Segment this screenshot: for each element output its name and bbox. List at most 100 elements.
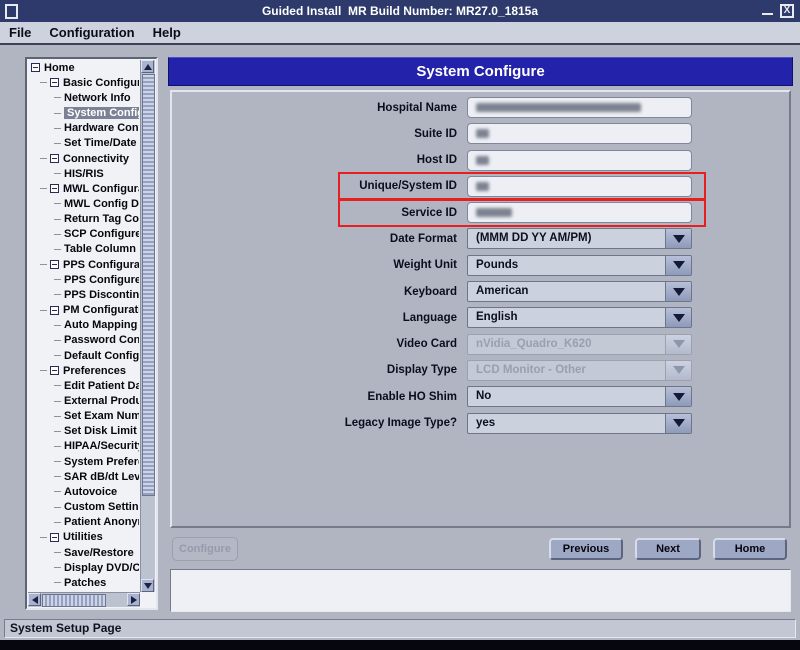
tree-item-home[interactable]: Home — [29, 60, 139, 75]
tree-item-edit-patient-data[interactable]: Edit Patient Data — [29, 378, 139, 393]
tree-connector — [54, 97, 61, 98]
legacy-image-type-dropdown[interactable]: yes — [467, 413, 692, 434]
tree-item-label: Display DVD/CD-R — [64, 562, 139, 574]
tree-connector — [40, 370, 47, 371]
service-id-field[interactable] — [467, 202, 692, 223]
tree-item-display-dvd-cd-r[interactable]: Display DVD/CD-R — [29, 560, 139, 575]
menu-configuration[interactable]: Configuration — [40, 25, 143, 40]
tree-connector — [54, 113, 61, 114]
close-icon[interactable]: X — [780, 4, 794, 18]
vertical-scroll-thumb[interactable] — [142, 74, 155, 496]
app-window: Guided Install MR Build Number: MR27.0_1… — [0, 0, 800, 650]
chevron-down-icon[interactable] — [665, 256, 691, 275]
tree-item-custom-settings[interactable]: Custom Settings — [29, 500, 139, 515]
tree-item-utilities[interactable]: Utilities — [29, 530, 139, 545]
host-id-field[interactable] — [467, 150, 692, 171]
tree-item-hardware-configur[interactable]: Hardware Configur — [29, 121, 139, 136]
next-button[interactable]: Next — [635, 538, 701, 560]
chevron-down-icon[interactable] — [665, 229, 691, 248]
tree-item-password-configur[interactable]: Password Configur — [29, 333, 139, 348]
tree-item-network-info[interactable]: Network Info — [29, 90, 139, 105]
tree-item-pps-discontinue-re[interactable]: PPS Discontinue Re — [29, 287, 139, 302]
dropdown-value: yes — [468, 414, 665, 433]
tree-item-table-column-sele[interactable]: Table Column Sele — [29, 242, 139, 257]
home-button[interactable]: Home — [713, 538, 787, 560]
tree-item-scp-configure[interactable]: SCP Configure — [29, 227, 139, 242]
tree-item-pm-configuration[interactable]: PM Configuration — [29, 303, 139, 318]
system-configure-form: Hospital NameSuite IDHost IDUnique/Syste… — [170, 90, 791, 528]
tree-item-mwl-configuration[interactable]: MWL Configuration — [29, 181, 139, 196]
tree-item-default-configurat[interactable]: Default Configurat — [29, 348, 139, 363]
redacted-value — [476, 129, 489, 138]
collapse-icon[interactable] — [50, 260, 59, 269]
tree-item-label: System Preferences — [64, 456, 139, 468]
unique-system-id-field[interactable] — [467, 176, 692, 197]
tree-horizontal-scrollbar[interactable] — [28, 592, 140, 607]
tree-vertical-scrollbar[interactable] — [140, 60, 155, 592]
minimize-icon[interactable] — [762, 5, 773, 17]
redacted-value — [476, 156, 489, 165]
tree-item-autovoice[interactable]: Autovoice — [29, 484, 139, 499]
scroll-left-icon[interactable] — [28, 593, 41, 606]
scroll-up-icon[interactable] — [141, 60, 154, 73]
tree-item-auto-mapping-con[interactable]: Auto Mapping Con — [29, 318, 139, 333]
menu-help[interactable]: Help — [144, 25, 190, 40]
form-row-date-format: Date Format(MMM DD YY AM/PM) — [172, 228, 789, 249]
weight-unit-dropdown[interactable]: Pounds — [467, 255, 692, 276]
tree-connector — [54, 416, 61, 417]
collapse-icon[interactable] — [50, 154, 59, 163]
scroll-right-icon[interactable] — [127, 593, 140, 606]
tree-item-pps-configuration[interactable]: PPS Configuration — [29, 257, 139, 272]
tree-item-set-disk-limit[interactable]: Set Disk Limit — [29, 424, 139, 439]
tree-item-return-tag-configu[interactable]: Return Tag Configu — [29, 212, 139, 227]
chevron-down-icon[interactable] — [665, 308, 691, 327]
tree-item-save-restore[interactable]: Save/Restore — [29, 545, 139, 560]
tree-item-label: Hardware Configur — [64, 122, 139, 134]
scroll-down-icon[interactable] — [141, 579, 154, 592]
tree-item-sar-db-dt-level[interactable]: SAR dB/dt Level — [29, 469, 139, 484]
tree-item-preferences[interactable]: Preferences — [29, 363, 139, 378]
collapse-icon[interactable] — [50, 78, 59, 87]
tree-item-patches[interactable]: Patches — [29, 575, 139, 590]
suite-id-field[interactable] — [467, 123, 692, 144]
tree-item-set-exam-number[interactable]: Set Exam Number — [29, 409, 139, 424]
chevron-down-icon[interactable] — [665, 282, 691, 301]
tree-connector — [54, 582, 61, 583]
enable-ho-shim-dropdown[interactable]: No — [467, 386, 692, 407]
tree-item-basic-configuration[interactable]: Basic Configuration — [29, 75, 139, 90]
tree-item-set-time-date[interactable]: Set Time/Date — [29, 136, 139, 151]
keyboard-dropdown[interactable]: American — [467, 281, 692, 302]
tree-item-patient-anonymiza[interactable]: Patient Anonymiza — [29, 515, 139, 530]
tree-item-connectivity[interactable]: Connectivity — [29, 151, 139, 166]
collapse-icon[interactable] — [31, 63, 40, 72]
tree-item-hipaa-security[interactable]: HIPAA/Security — [29, 439, 139, 454]
tree-item-label: Return Tag Configu — [64, 213, 139, 225]
collapse-icon[interactable] — [50, 366, 59, 375]
field-label: Legacy Image Type? — [172, 417, 467, 429]
tree-connector — [40, 82, 47, 83]
tree-item-system-preferences[interactable]: System Preferences — [29, 454, 139, 469]
tree-item-label: Save/Restore — [64, 547, 134, 559]
tree-item-his-ris[interactable]: HIS/RIS — [29, 166, 139, 181]
tree-item-external-product-co[interactable]: External Product Co — [29, 393, 139, 408]
language-dropdown[interactable]: English — [467, 307, 692, 328]
collapse-icon[interactable] — [50, 184, 59, 193]
chevron-down-icon[interactable] — [665, 414, 691, 433]
chevron-down-icon[interactable] — [665, 387, 691, 406]
tree-connector — [40, 537, 47, 538]
tree-connector — [54, 234, 61, 235]
tree-item-label: HIS/RIS — [64, 168, 104, 180]
tree-item-mwl-config-detail[interactable]: MWL Config Detail — [29, 196, 139, 211]
dropdown-value: No — [468, 387, 665, 406]
horizontal-scroll-thumb[interactable] — [42, 594, 106, 607]
field-label: Suite ID — [172, 128, 467, 140]
collapse-icon[interactable] — [50, 306, 59, 315]
tree-item-system-configure[interactable]: System Configure — [29, 105, 139, 120]
hospital-name-field[interactable] — [467, 97, 692, 118]
previous-button[interactable]: Previous — [549, 538, 623, 560]
form-row-video-card: Video CardnVidia_Quadro_K620 — [172, 334, 789, 355]
menu-file[interactable]: File — [0, 25, 40, 40]
tree-item-pps-configure[interactable]: PPS Configure — [29, 272, 139, 287]
date-format-dropdown[interactable]: (MMM DD YY AM/PM) — [467, 228, 692, 249]
collapse-icon[interactable] — [50, 533, 59, 542]
